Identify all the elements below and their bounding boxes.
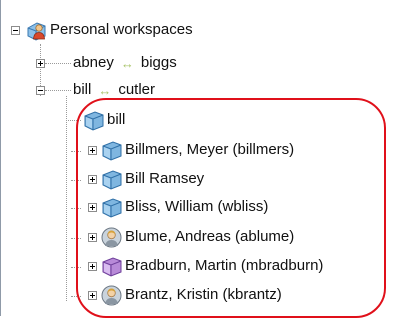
range-separator-icon: ↔ bbox=[120, 55, 134, 71]
group-start-label: bill bbox=[73, 81, 92, 98]
tree-panel: Personal workspaces abney ↔ biggs bill ↔… bbox=[0, 0, 403, 318]
collapse-toggle-group[interactable] bbox=[36, 86, 45, 95]
tree-guide-line bbox=[45, 63, 71, 64]
highlight-annotation bbox=[76, 98, 386, 318]
tree-guide-line bbox=[45, 90, 71, 91]
expand-toggle-group[interactable] bbox=[36, 59, 45, 68]
group-end-label: biggs bbox=[140, 54, 177, 71]
tree-node-personal-workspaces[interactable]: Personal workspaces bbox=[26, 19, 193, 41]
workspace-user-icon bbox=[26, 20, 47, 41]
collapse-toggle-root[interactable] bbox=[11, 26, 20, 35]
range-separator-icon: ↔ bbox=[98, 82, 112, 98]
tree-guide-line bbox=[66, 96, 67, 301]
tree-node-label: Personal workspaces bbox=[50, 21, 193, 38]
group-start-label: abney bbox=[73, 54, 114, 71]
tree-node-group-abney-biggs[interactable]: abney ↔ biggs bbox=[73, 52, 177, 74]
